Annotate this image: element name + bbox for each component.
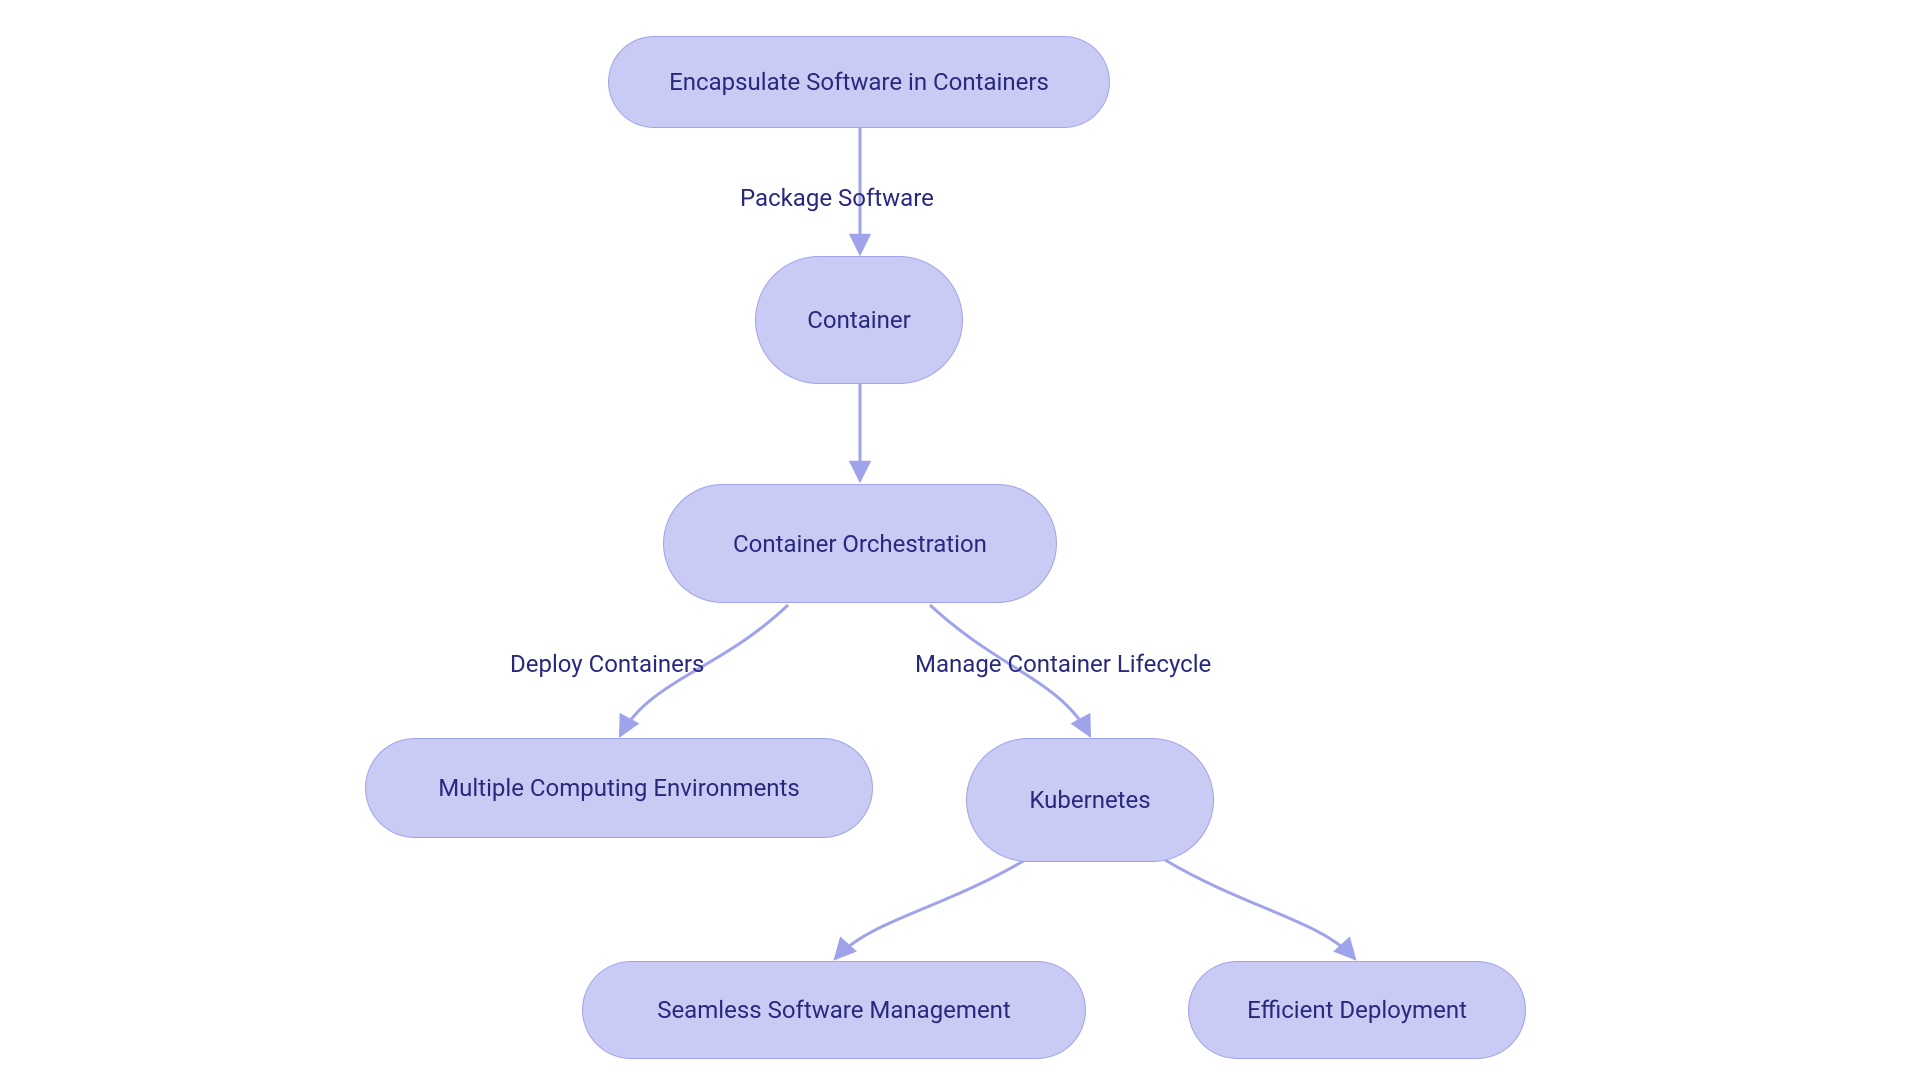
edge-label-package-software: Package Software: [740, 184, 934, 212]
edge-label-deploy-containers: Deploy Containers: [510, 650, 704, 678]
node-orchestration-label: Container Orchestration: [733, 530, 987, 558]
node-orchestration: Container Orchestration: [663, 484, 1057, 603]
node-multiple-env: Multiple Computing Environments: [365, 738, 873, 838]
edge-label-manage-lifecycle-text: Manage Container Lifecycle: [915, 650, 1211, 678]
edge-label-manage-lifecycle: Manage Container Lifecycle: [915, 650, 1211, 678]
node-efficient-label: Efficient Deployment: [1247, 996, 1467, 1024]
node-container-label: Container: [807, 306, 910, 334]
node-container: Container: [755, 256, 963, 384]
node-efficient: Efficient Deployment: [1188, 961, 1526, 1059]
node-encapsulate-label: Encapsulate Software in Containers: [669, 68, 1049, 96]
node-kubernetes: Kubernetes: [966, 738, 1214, 862]
edge-kubernetes-seamless: [835, 860, 1025, 959]
edge-label-package-software-text: Package Software: [740, 184, 934, 212]
node-seamless-label: Seamless Software Management: [657, 996, 1011, 1024]
edge-kubernetes-efficient: [1165, 860, 1355, 959]
diagram-canvas: Encapsulate Software in Containers Conta…: [0, 0, 1920, 1080]
node-seamless: Seamless Software Management: [582, 961, 1086, 1059]
node-encapsulate: Encapsulate Software in Containers: [608, 36, 1110, 128]
node-kubernetes-label: Kubernetes: [1029, 786, 1150, 814]
node-multiple-env-label: Multiple Computing Environments: [438, 774, 800, 802]
edge-label-deploy-containers-text: Deploy Containers: [510, 650, 704, 678]
